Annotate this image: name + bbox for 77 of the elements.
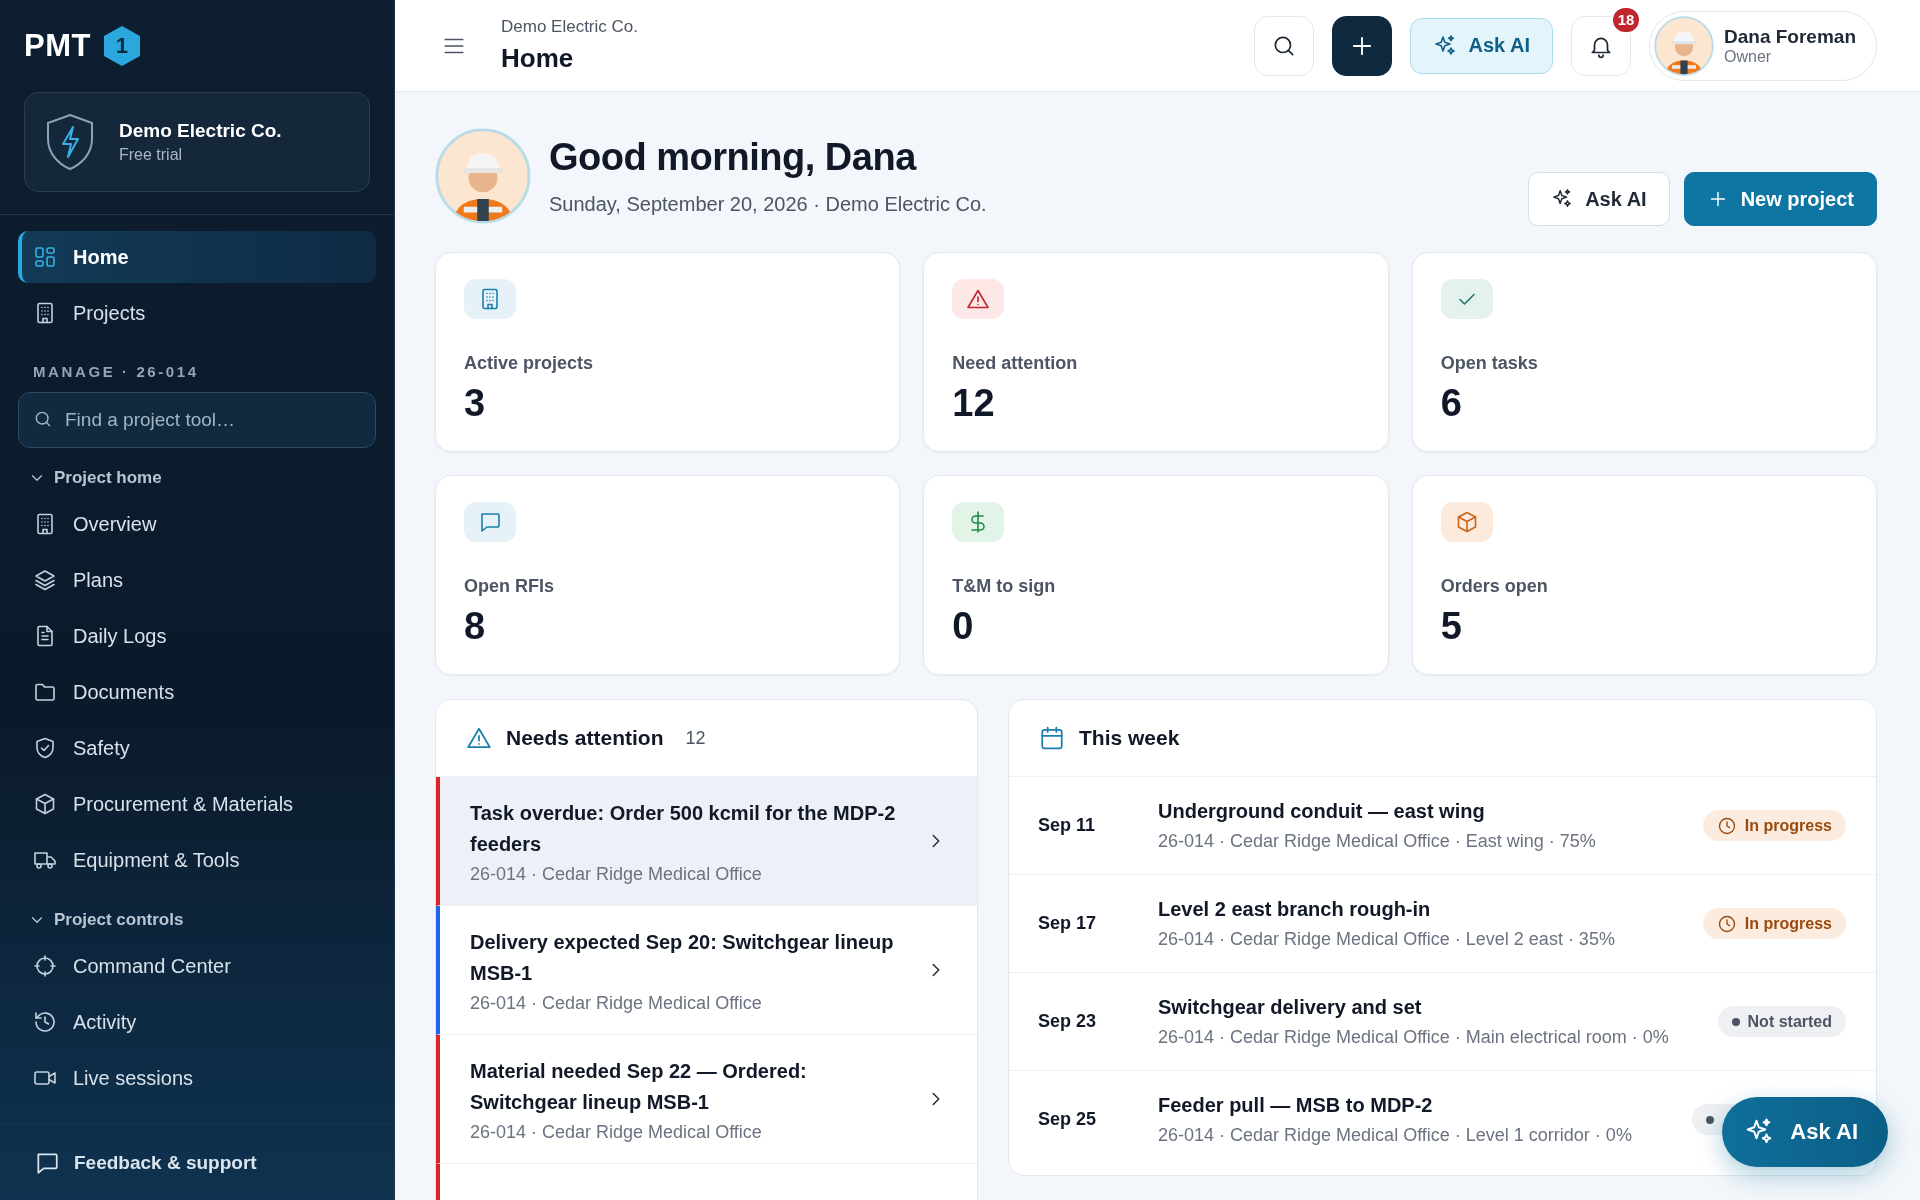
- section-label: MANAGE · 26-014: [32, 362, 200, 382]
- feedback-link[interactable]: Feedback & support: [34, 1149, 257, 1176]
- ask-ai-button[interactable]: Ask AI: [1409, 17, 1553, 74]
- status-badge: In progress: [1702, 908, 1846, 939]
- nav-item[interactable]: Activity: [18, 996, 376, 1048]
- row-meta: 26-014 · Cedar Ridge Medical Office · Level 1 corridor · 0%: [1158, 1124, 1632, 1146]
- stat-label: Open RFIs: [464, 576, 555, 597]
- stat-label: Orders open: [1440, 576, 1549, 597]
- nav-item[interactable]: Plans: [18, 554, 376, 606]
- user-name: Dana Foreman: [1724, 25, 1856, 48]
- item-meta: 26-014 · Cedar Ridge Medical Office: [470, 1121, 763, 1143]
- attention-item[interactable]: Delivery expected Sep 20: Switchgear lineup MSB-1 26-014 · Cedar Ridge Medical Office: [436, 906, 977, 1035]
- greeting-title: Good morning, Dana: [549, 136, 918, 179]
- row-date: Sep 17: [1038, 913, 1098, 934]
- nav-item[interactable]: Safety: [18, 722, 376, 774]
- row-date: Sep 23: [1038, 1011, 1098, 1032]
- attention-item[interactable]: Material needed Sep 22 — Ordered: Switchgear lineup MSB-1 26-014 · Cedar Ridge Medical Office: [436, 1035, 977, 1164]
- stat-card[interactable]: Need attention 12: [923, 252, 1389, 452]
- stat-value: 12: [952, 382, 996, 425]
- stat-label: T&M to sign: [952, 576, 1057, 597]
- nav-item[interactable]: Documents: [18, 666, 376, 718]
- section-toggle[interactable]: Project controls: [18, 890, 376, 940]
- stat-card[interactable]: Open RFIs 8: [435, 475, 901, 675]
- stat-value: 8: [464, 605, 487, 648]
- stat-label: Active projects: [464, 353, 595, 374]
- row-title: Switchgear delivery and set: [1158, 995, 1423, 1019]
- row-meta: 26-014 · Cedar Ridge Medical Office · Main electrical room · 0%: [1158, 1026, 1669, 1048]
- organization-name: Demo Electric Co.: [119, 120, 282, 142]
- ask-ai-button[interactable]: Ask AI: [1722, 1097, 1888, 1167]
- item-title: Delivery expected Sep 20: Switchgear lineup MSB-1: [470, 929, 895, 986]
- nav-item[interactable]: Projects: [18, 287, 376, 339]
- new-project-button[interactable]: New project: [1683, 172, 1877, 226]
- stat-label: Need attention: [952, 353, 1079, 374]
- nav-item[interactable]: Command Center: [18, 940, 376, 992]
- status-badge: Not started: [1717, 1006, 1846, 1037]
- nav-item[interactable]: Equipment & Tools: [18, 834, 376, 886]
- row-meta: 26-014 · Cedar Ridge Medical Office · Level 2 east · 35%: [1158, 928, 1615, 950]
- row-meta: 26-014 · Cedar Ridge Medical Office · East wing · 75%: [1158, 830, 1596, 852]
- page-title: Home: [501, 43, 575, 74]
- nav-item[interactable]: Daily Logs: [18, 610, 376, 662]
- attention-item[interactable]: Task overdue: Order 500 kcmil for the MDP-2 feeders 26-014 · Cedar Ridge Medical Office: [436, 777, 977, 906]
- nav-item[interactable]: Procurement & Materials: [18, 778, 376, 830]
- item-title: Task overdue: Order 500 kcmil for the MDP-2 feeders: [470, 800, 897, 857]
- greeting-subtitle: Sunday, September 20, 2026 · Demo Electric Co.: [549, 193, 987, 216]
- row-title: Level 2 east branch rough-in: [1158, 897, 1432, 921]
- stat-value: 6: [1440, 382, 1463, 425]
- organization-card[interactable]: Demo Electric Co. Free trial: [24, 92, 370, 192]
- stat-card[interactable]: Open tasks 6: [1411, 252, 1877, 452]
- stat-card[interactable]: Orders open 5: [1411, 475, 1877, 675]
- stat-value: 3: [464, 382, 487, 425]
- search-field[interactable]: Find a project tool…: [18, 392, 376, 448]
- ask-ai-button[interactable]: Ask AI: [1528, 172, 1670, 226]
- stat-card[interactable]: Active projects 3: [435, 252, 901, 452]
- nav-item[interactable]: Overview: [18, 498, 376, 550]
- stat-value: 0: [952, 605, 975, 648]
- item-meta: 26-014 · Cedar Ridge Medical Office: [470, 992, 763, 1014]
- status-badge: In progress: [1702, 810, 1846, 841]
- stat-card[interactable]: T&M to sign 0: [923, 475, 1389, 675]
- notification-count: 18: [1611, 5, 1641, 34]
- row-date: Sep 25: [1038, 1109, 1098, 1130]
- panel-title: This week: [1079, 726, 1180, 750]
- section-toggle[interactable]: Project home: [18, 448, 376, 498]
- logo-text: PMT: [24, 28, 91, 64]
- stat-label: Open tasks: [1440, 353, 1539, 374]
- nav-item[interactable]: Home: [18, 231, 376, 283]
- item-title: Material needed Sep 22 — Ordered: Switchgear lineup MSB-1: [470, 1058, 808, 1115]
- stat-value: 5: [1440, 605, 1463, 648]
- row-title: Feeder pull — MSB to MDP-2: [1158, 1093, 1434, 1117]
- plan-label: Free trial: [119, 146, 184, 164]
- breadcrumb: Demo Electric Co.: [501, 17, 638, 37]
- user-role: Owner: [1724, 47, 1773, 66]
- nav-item[interactable]: Live sessions: [18, 1052, 376, 1104]
- row-date: Sep 11: [1038, 815, 1097, 836]
- panel-title: Needs attention: [506, 726, 664, 750]
- row-title: Underground conduit — east wing: [1158, 799, 1486, 823]
- item-count: 12: [685, 727, 706, 749]
- item-meta: 26-014 · Cedar Ridge Medical Office: [470, 863, 763, 885]
